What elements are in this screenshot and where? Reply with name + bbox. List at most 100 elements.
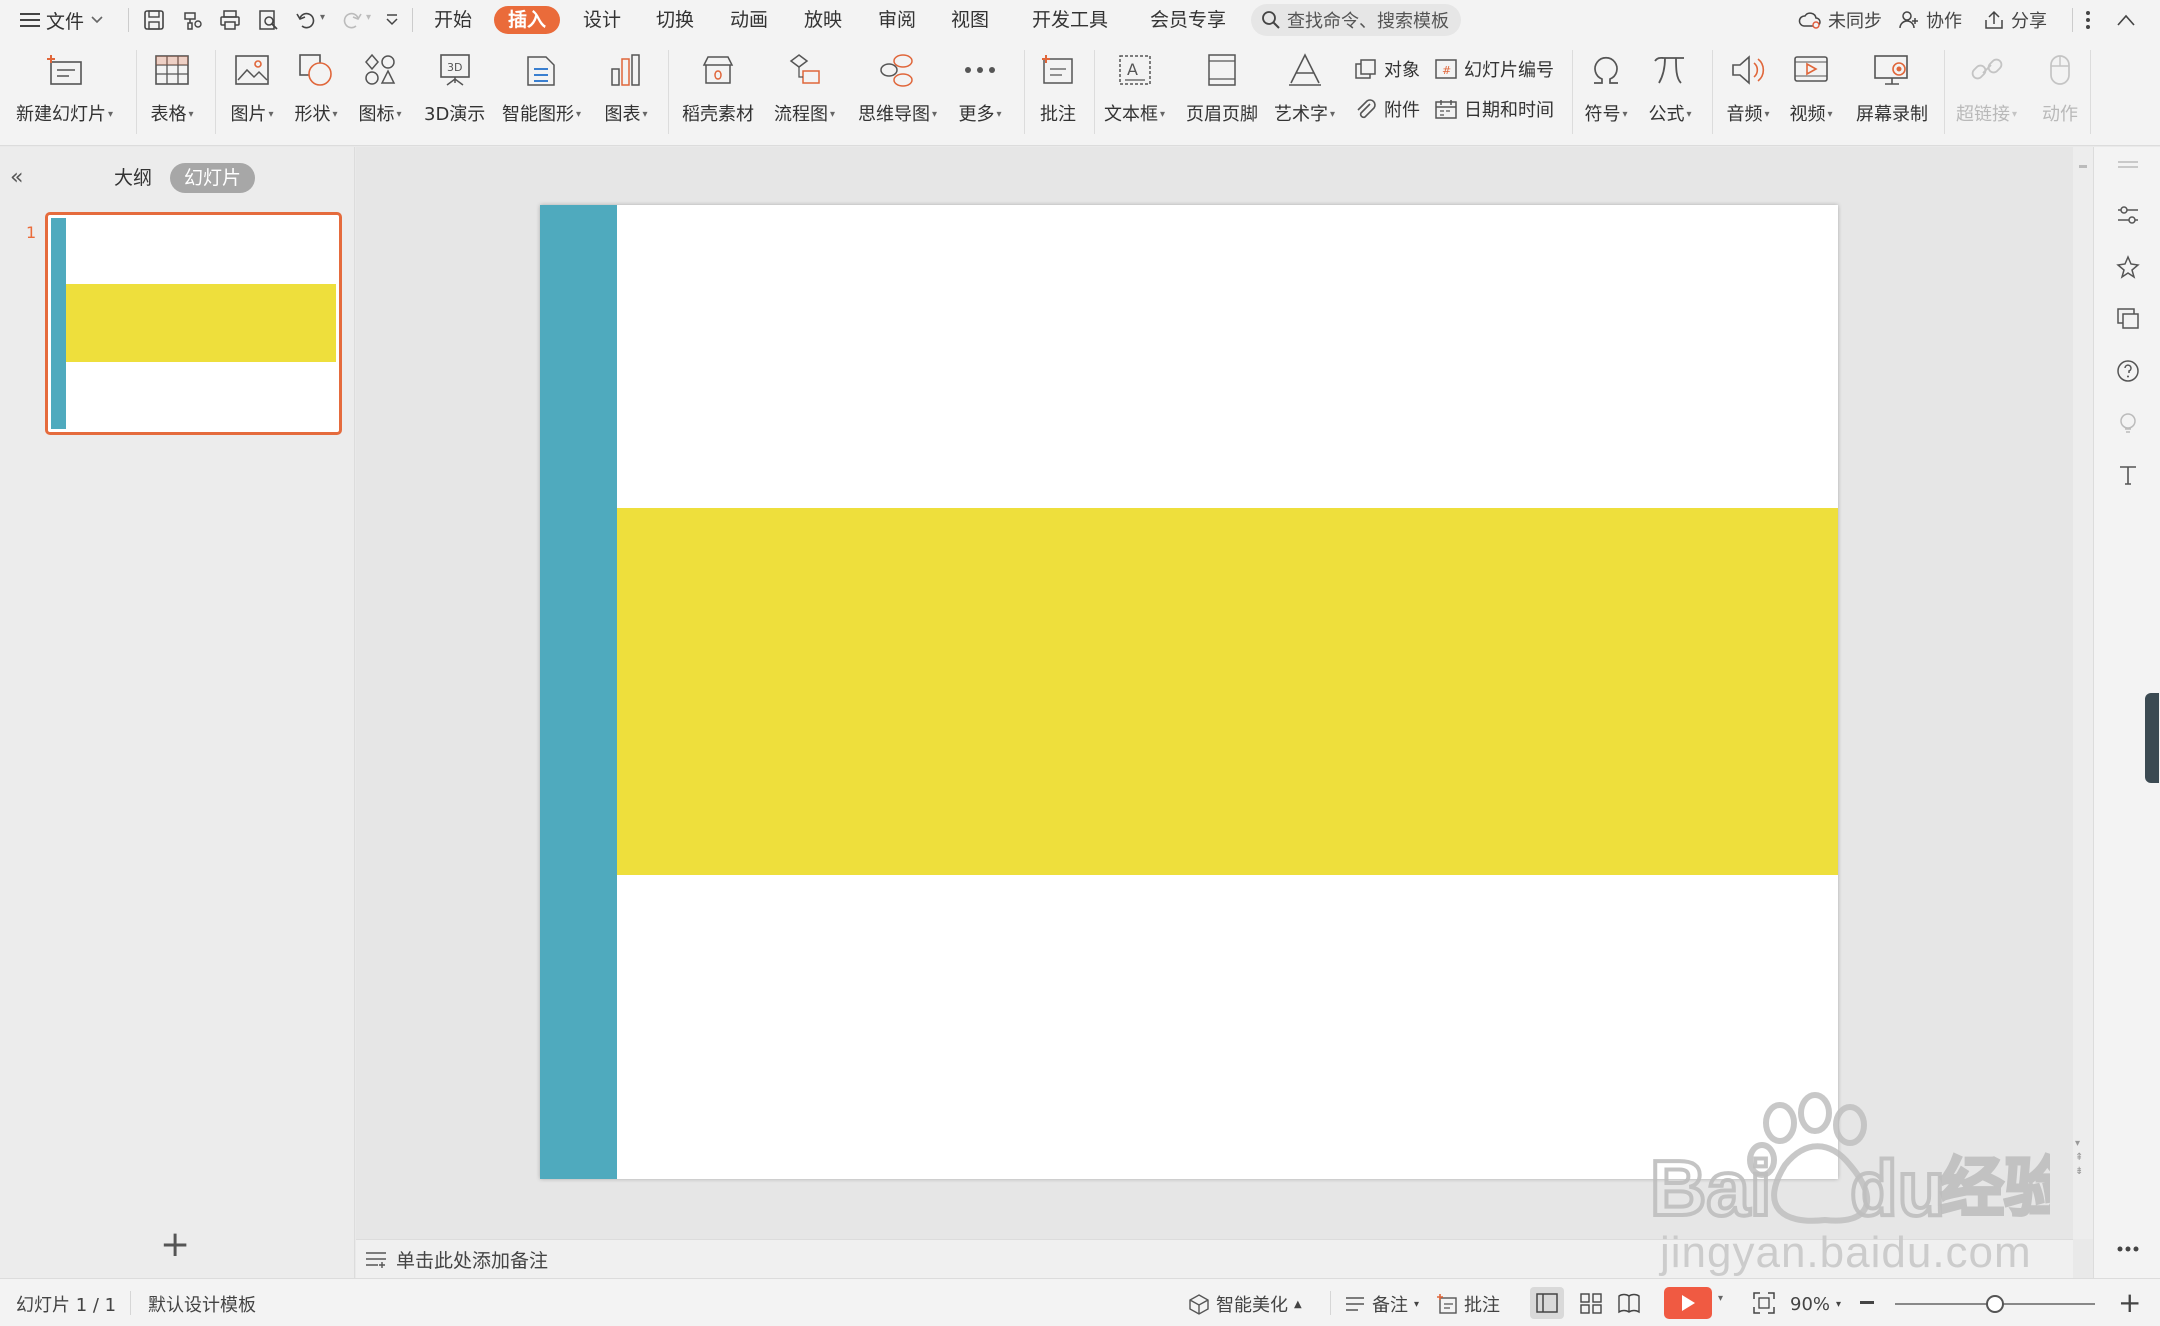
slideshow-options-caret[interactable]: ▾ [1718,1293,1723,1304]
more-dots-icon [958,48,1002,92]
screen-record-button[interactable]: 屏幕录制 [1856,48,1928,138]
tab-home[interactable]: 开始 [434,6,472,34]
zoom-slider-knob[interactable] [1986,1295,2004,1313]
zoom-level-dropdown[interactable]: 90% ▾ [1790,1291,1841,1317]
hyperlink-button: 超链接 ▾ [1956,48,2017,138]
slide-layout-icon[interactable] [2114,305,2142,333]
picture-button[interactable]: 图片 ▾ [230,48,274,138]
start-slideshow-button[interactable] [1664,1287,1712,1319]
pi-icon [1648,48,1692,92]
smart-graphic-button[interactable]: 智能图形 ▾ [502,48,581,138]
icon-button[interactable]: 图标 ▾ [358,48,402,138]
file-menu[interactable]: 文件 [20,7,104,33]
notes-toggle-button[interactable]: 备注 ▾ [1344,1291,1419,1317]
material-store-icon [696,48,740,92]
slide-number-button[interactable]: # 幻灯片编号 [1434,54,1554,84]
header-footer-button[interactable]: 页眉页脚 [1186,48,1258,138]
3d-presentation-button[interactable]: 3D 3D演示 [424,48,485,138]
tab-view[interactable]: 视图 [951,6,989,34]
tab-slideshow[interactable]: 放映 [804,6,842,34]
text-format-icon[interactable] [2114,461,2142,489]
tab-insert[interactable]: 插入 [494,6,561,34]
comment-button[interactable]: 批注 [1036,48,1080,138]
zoom-out-button[interactable] [1860,1301,1874,1304]
chart-label: 图表 [604,104,641,125]
slide-sidebar-bar[interactable] [540,205,617,1179]
tab-review[interactable]: 审阅 [878,6,916,34]
flowchart-button[interactable]: 流程图 ▾ [774,48,835,138]
save-icon[interactable] [140,6,168,34]
cube-icon [1189,1294,1209,1315]
undo-icon[interactable] [292,6,320,34]
video-button[interactable]: 视频 ▾ [1789,48,1833,138]
tab-developer[interactable]: 开发工具 [1032,6,1108,34]
more-tools-icon[interactable] [2114,1235,2142,1263]
more-button[interactable]: 更多 ▾ [958,48,1002,138]
mindmap-button[interactable]: 思维导图 ▾ [858,48,937,138]
shape-icon [294,48,338,92]
smart-beautify-button[interactable]: 智能美化 ▲ [1188,1291,1302,1317]
tab-design[interactable]: 设计 [583,6,621,34]
more-options-icon[interactable] [2074,6,2102,34]
side-panel-handle[interactable] [2145,693,2159,783]
share-button[interactable]: 分享 [1983,6,2047,34]
normal-view-button[interactable] [1530,1287,1564,1319]
comments-toggle-button[interactable]: 批注 [1436,1291,1500,1317]
new-slide-button[interactable]: 新建幻灯片 ▾ [16,48,113,138]
collaborate-button[interactable]: 协作 [1898,6,1962,34]
tab-slides[interactable]: 幻灯片 [170,163,256,193]
formula-button[interactable]: 公式 ▾ [1648,48,1692,138]
sync-status[interactable]: 未同步 [1798,6,1882,34]
reading-view-button[interactable] [1612,1287,1646,1319]
header-footer-label: 页眉页脚 [1186,104,1258,125]
tab-outline[interactable]: 大纲 [100,163,166,193]
collapse-ribbon-icon[interactable] [2112,6,2140,34]
textbox-button[interactable]: A 文本框 ▾ [1104,48,1165,138]
comment-label: 批注 [1040,104,1076,125]
customize-quick-access-icon[interactable] [378,6,406,34]
chevron-down-icon [91,16,103,24]
svg-text:A: A [1127,60,1138,79]
tab-animation[interactable]: 动画 [730,6,768,34]
add-slide-button[interactable]: + [160,1227,190,1263]
chart-button[interactable]: 图表 ▾ [604,48,648,138]
tab-member[interactable]: 会员专享 [1150,6,1226,34]
print-icon[interactable] [216,6,244,34]
scroll-arrows[interactable]: ▾ ⇞ ⇟ [2075,1137,2083,1179]
adjust-settings-icon[interactable] [2114,201,2142,229]
audio-button[interactable]: 音频 ▾ [1726,48,1770,138]
fit-to-window-icon[interactable] [1752,1291,1776,1315]
material-button[interactable]: 稻壳素材 [682,48,754,138]
format-painter-icon[interactable] [178,6,206,34]
slide-thumbnail-number: 1 [26,223,37,242]
wordart-button[interactable]: 艺术字 ▾ [1274,48,1335,138]
shape-button[interactable]: 形状 ▾ [294,48,338,138]
datetime-button[interactable]: 日期和时间 [1434,94,1554,124]
tab-transition[interactable]: 切换 [656,6,694,34]
vertical-scrollbar[interactable]: ▾ ⇞ ⇟ [2073,147,2093,1239]
notes-lines-icon [1346,1297,1364,1311]
slide-canvas[interactable] [540,205,1838,1179]
magic-star-icon[interactable] [2114,253,2142,281]
print-preview-icon[interactable] [254,6,282,34]
template-status[interactable]: 默认设计模板 [148,1291,256,1317]
slide-sorter-button[interactable] [1574,1287,1608,1319]
calendar-icon [1435,100,1457,119]
help-icon[interactable] [2114,357,2142,385]
attachment-button[interactable]: 附件 [1354,94,1420,124]
symbol-button[interactable]: 符号 ▾ [1584,48,1628,138]
undo-dropdown-caret[interactable]: ▾ [320,12,325,23]
collapse-panel-icon[interactable]: « [10,165,23,190]
table-icon [150,48,194,92]
video-icon [1789,48,1833,92]
zoom-in-button[interactable]: + [2118,1289,2141,1317]
thumbnail-sidebar-bar [51,218,66,429]
slide-thumbnail[interactable] [45,212,342,435]
table-button[interactable]: 表格 ▾ [150,48,194,138]
datetime-label: 日期和时间 [1464,100,1554,121]
comment-icon [1036,48,1080,92]
slide-yellow-band[interactable] [617,508,1838,875]
command-search[interactable]: 查找命令、搜索模板 [1251,4,1461,36]
object-button[interactable]: 对象 [1354,54,1420,84]
new-slide-label: 新建幻灯片 [16,104,106,125]
